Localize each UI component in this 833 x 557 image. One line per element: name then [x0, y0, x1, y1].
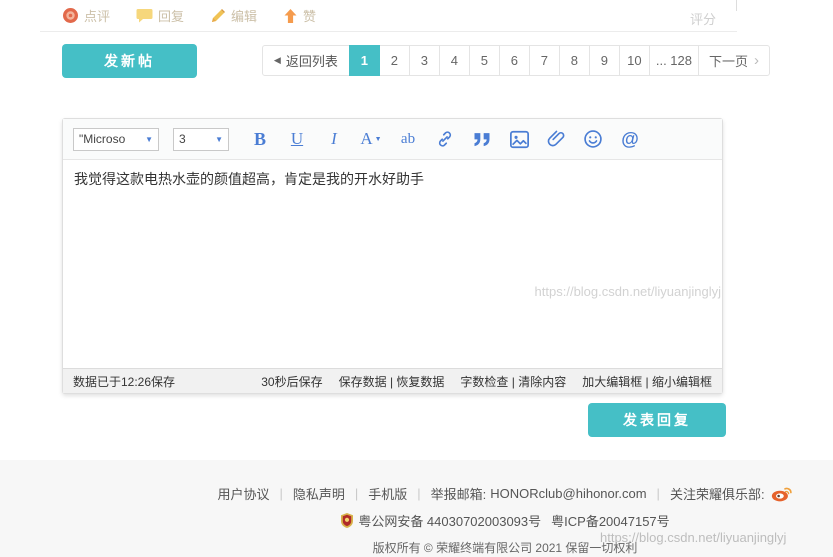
underline-button[interactable]: U: [280, 124, 314, 154]
footer-links-row: 用户协议 | 隐私声明 | 手机版 | 举报邮箱: HONORclub@hiho…: [195, 460, 815, 503]
next-page-label: 下一页: [709, 51, 748, 70]
edit-pencil-icon: [210, 8, 226, 24]
like-arrow-icon: [283, 8, 298, 24]
footer-beian-row: 粤公网安备 44030702003093号 粤ICP备20047157号: [195, 511, 815, 530]
mention-button[interactable]: @: [613, 124, 647, 154]
mention-label: @: [621, 129, 639, 150]
icp-beian-link[interactable]: 粤ICP备20047157号: [551, 511, 670, 530]
submit-reply-button[interactable]: 发表回复: [588, 403, 726, 437]
page-button-3[interactable]: 3: [409, 45, 440, 76]
report-email-label: 举报邮箱:: [431, 484, 487, 503]
gongan-beian-text: 粤公网安备 44030702003093号: [358, 511, 541, 530]
separator: |: [417, 486, 420, 501]
copyright-text: 版权所有 © 荣耀终端有限公司 2021 保留一切权利: [195, 539, 815, 556]
page-button-4[interactable]: 4: [439, 45, 470, 76]
chevron-down-icon: ▼: [375, 135, 382, 143]
quote-icon: [472, 130, 492, 148]
insert-image-button[interactable]: [502, 124, 536, 154]
new-post-button[interactable]: 发新帖: [62, 44, 197, 78]
editor-toolbar: "Microso ▼ 3 ▼ B U I A ▼ ab: [63, 119, 722, 160]
page-button-10[interactable]: 10: [619, 45, 650, 76]
font-color-button[interactable]: A ▼: [354, 124, 388, 154]
text-style-button[interactable]: ab: [391, 124, 425, 154]
page-button-1[interactable]: 1: [349, 45, 380, 76]
page-button-5[interactable]: 5: [469, 45, 500, 76]
pagination: ◀ 返回列表 1 2 3 4 5 6 7 8 9 10 ... 128 下一页 …: [262, 45, 770, 76]
insert-link-button[interactable]: [428, 124, 462, 154]
reply-action-label: 回复: [158, 6, 184, 25]
paperclip-icon: [547, 129, 566, 149]
user-agreement-link[interactable]: 用户协议: [217, 484, 269, 503]
autosave-status-text: 数据已于12:26保存: [73, 373, 175, 390]
page-button-8[interactable]: 8: [559, 45, 590, 76]
text-style-label: ab: [401, 131, 415, 148]
follow-us-label: 关注荣耀俱乐部:: [670, 484, 765, 503]
page-button-6[interactable]: 6: [499, 45, 530, 76]
link-icon: [435, 129, 455, 149]
editor-statusbar: 数据已于12:26保存 30秒后保存 保存数据 | 恢复数据 字数检查 | 清除…: [63, 368, 722, 393]
report-email-link[interactable]: HONORclub@hihonor.com: [490, 486, 646, 501]
font-color-label: A: [360, 129, 372, 149]
chevron-down-icon: ▼: [215, 135, 223, 144]
page-button-9[interactable]: 9: [589, 45, 620, 76]
font-family-value: "Microso: [79, 132, 125, 146]
reply-textarea[interactable]: 我觉得这款电热水壶的颜值超高，肯定是我的开水好助手 https://blog.c…: [63, 160, 722, 368]
back-to-list-label: 返回列表: [286, 51, 338, 70]
page-button-7[interactable]: 7: [529, 45, 560, 76]
bold-label: B: [254, 129, 266, 150]
statusbar-tools: 30秒后保存 保存数据 | 恢复数据 字数检查 | 清除内容 加大编辑框 | 缩…: [245, 373, 712, 390]
smiley-icon: [583, 129, 603, 149]
font-size-value: 3: [179, 132, 186, 146]
reply-editor: "Microso ▼ 3 ▼ B U I A ▼ ab: [62, 118, 723, 394]
review-stamp-icon: [62, 7, 79, 24]
autosave-countdown-text: 30秒后保存: [261, 373, 322, 390]
back-triangle-icon: ◀: [274, 55, 281, 66]
review-action[interactable]: 点评: [62, 6, 110, 25]
weibo-link[interactable]: [771, 485, 793, 502]
page-footer: 用户协议 | 隐私声明 | 手机版 | 举报邮箱: HONORclub@hiho…: [0, 460, 833, 557]
chevron-down-icon: ▼: [145, 135, 153, 144]
resize-editor-links[interactable]: 加大编辑框 | 缩小编辑框: [582, 373, 712, 390]
page-button-2[interactable]: 2: [379, 45, 410, 76]
edit-action-label: 编辑: [231, 6, 257, 25]
privacy-statement-link[interactable]: 隐私声明: [293, 484, 345, 503]
page-ellipsis-last[interactable]: ... 128: [649, 45, 699, 76]
rating-label[interactable]: 评分: [690, 9, 716, 28]
reply-bubble-icon: [136, 8, 153, 23]
separator: |: [657, 486, 660, 501]
save-restore-links[interactable]: 保存数据 | 恢复数据: [339, 373, 445, 390]
bold-button[interactable]: B: [243, 124, 277, 154]
gongan-badge-icon: [340, 513, 354, 528]
gongan-beian-link[interactable]: 粤公网安备 44030702003093号: [340, 511, 541, 530]
like-action[interactable]: 赞: [283, 6, 316, 25]
blockquote-button[interactable]: [465, 124, 499, 154]
attachment-button[interactable]: [539, 124, 573, 154]
separator: |: [355, 486, 358, 501]
wordcount-clear-links[interactable]: 字数检查 | 清除内容: [460, 373, 566, 390]
watermark-text: https://blog.csdn.net/liyuanjinglyj: [535, 282, 721, 302]
card-edge-line: [736, 0, 737, 11]
chevron-right-icon: ›: [754, 53, 759, 68]
italic-button[interactable]: I: [317, 124, 351, 154]
underline-label: U: [291, 129, 303, 149]
separator: |: [279, 486, 282, 501]
emoji-button[interactable]: [576, 124, 610, 154]
mobile-version-link[interactable]: 手机版: [368, 484, 407, 503]
like-action-label: 赞: [303, 6, 316, 25]
review-action-label: 点评: [84, 6, 110, 25]
edit-action[interactable]: 编辑: [210, 6, 257, 25]
reply-action[interactable]: 回复: [136, 6, 184, 25]
image-icon: [509, 130, 530, 149]
back-to-list-button[interactable]: ◀ 返回列表: [262, 45, 350, 76]
font-family-select[interactable]: "Microso ▼: [73, 128, 159, 151]
next-page-button[interactable]: 下一页 ›: [698, 45, 770, 76]
footer-content: 用户协议 | 隐私声明 | 手机版 | 举报邮箱: HONORclub@hiho…: [195, 460, 815, 556]
divider: [40, 31, 737, 32]
font-size-select[interactable]: 3 ▼: [173, 128, 229, 151]
italic-label: I: [331, 129, 337, 149]
reply-content-text: 我觉得这款电热水壶的颜值超高，肯定是我的开水好助手: [74, 171, 424, 187]
weibo-icon: [771, 485, 793, 502]
